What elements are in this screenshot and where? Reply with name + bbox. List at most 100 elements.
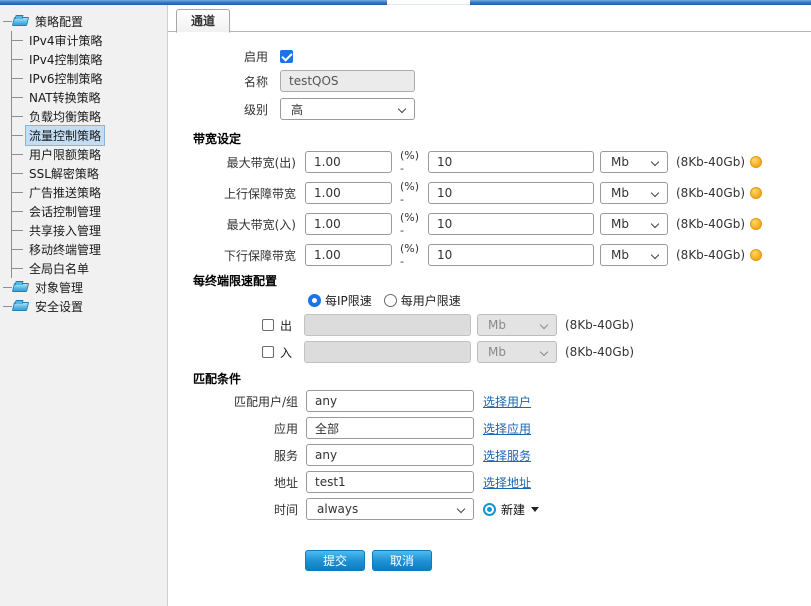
select-object-link[interactable]: 选择用户 [483,393,531,410]
sidebar-item[interactable]: NAT转换策略 [12,88,167,107]
sidebar-item[interactable]: 广告推送策略 [12,183,167,202]
sidebar-item[interactable]: 共享接入管理 [12,221,167,240]
sidebar-item[interactable]: 对象管理 [3,278,167,297]
chevron-down-icon [651,251,659,259]
sidebar-item[interactable]: 负载均衡策略 [12,107,167,126]
policy-tree-children: IPv4审计策略 IPv4控制策略 IPv6控制策略 NAT转换 [11,31,167,278]
chevron-down-icon [651,220,659,228]
policy-tree: 策略配置 IPv4审计策略 IPv4控制策略 [3,12,167,316]
tree-connector [12,230,23,231]
chevron-down-icon [651,189,659,197]
match-row: 地址 选择地址 [168,471,811,493]
percent-input[interactable] [305,151,392,173]
tree-connector [3,287,12,288]
unit-select[interactable]: Mb [477,341,557,363]
tree-connector [12,40,23,41]
range-hint: (8Kb-40Gb) [676,217,745,231]
percent-input[interactable] [305,213,392,235]
match-row-label: 应用 [168,420,298,437]
match-row-label: 匹配用户/组 [168,393,298,410]
chevron-down-icon [540,321,548,329]
bandwidth-section-heading: 带宽设定 [193,132,811,147]
unit-select[interactable]: Mb [600,244,668,266]
bandwidth-value-input[interactable] [428,182,594,204]
time-select[interactable]: always [306,498,474,520]
info-icon [750,249,762,261]
tree-connector [12,249,23,250]
rate-value-input[interactable] [304,314,471,336]
bandwidth-row-label: 最大带宽(出) [168,154,296,171]
folder-icon [12,283,29,292]
sidebar-item[interactable]: IPv4控制策略 [12,50,167,69]
select-object-link[interactable]: 选择应用 [483,420,531,437]
rate-value-input[interactable] [304,341,471,363]
terminal-rate-row: 入 Mb (8Kb-40Gb) [168,341,811,363]
unit-select-value: Mb [488,318,506,332]
bandwidth-value-input[interactable] [428,151,594,173]
unit-select-value: Mb [488,345,506,359]
sidebar-item[interactable]: 会话控制管理 [12,202,167,221]
range-hint: (8Kb-40Gb) [565,318,634,332]
bandwidth-row: 上行保障带宽 (%) - Mb (8Kb-40Gb) [168,180,811,206]
enable-row: 启用 [168,48,811,64]
sidebar-item[interactable]: SSL解密策略 [12,164,167,183]
root-items: 对象管理 安全设置 [3,278,167,316]
terminal-rate-row: 出 Mb (8Kb-40Gb) [168,314,811,336]
range-hint: (8Kb-40Gb) [676,248,745,262]
new-item-icon[interactable] [483,503,496,516]
caret-down-icon[interactable] [531,507,539,512]
unit-select-value: Mb [611,155,629,169]
tree-connector [12,173,23,174]
sidebar-item[interactable]: 移动终端管理 [12,240,167,259]
direction-checkbox[interactable] [262,319,274,331]
match-row-label: 服务 [168,447,298,464]
percent-range-separator: (%) - [400,211,426,237]
match-row: 应用 选择应用 [168,417,811,439]
enable-checkbox[interactable] [280,50,293,63]
name-label: 名称 [168,73,268,90]
percent-input[interactable] [305,182,392,204]
name-input[interactable] [280,70,415,92]
sidebar-item[interactable]: 安全设置 [3,297,167,316]
match-value-input[interactable] [306,444,474,466]
unit-select[interactable]: Mb [600,182,668,204]
sidebar-item[interactable]: IPv6控制策略 [12,69,167,88]
match-value-input[interactable] [306,417,474,439]
tree-connector [12,135,23,136]
sidebar-item[interactable]: 用户限额策略 [12,145,167,164]
info-icon [750,156,762,168]
bandwidth-value-input[interactable] [428,213,594,235]
app-window: 策略配置 IPv4审计策略 IPv4控制策略 [0,0,811,606]
level-select[interactable]: 高 [280,98,415,120]
direction-checkbox[interactable] [262,346,274,358]
bandwidth-value-input[interactable] [428,244,594,266]
tree-connector [12,192,23,193]
unit-select-value: Mb [611,217,629,231]
unit-select[interactable]: Mb [600,213,668,235]
tab-channel[interactable]: 通道 [176,9,230,33]
percent-input[interactable] [305,244,392,266]
select-object-link[interactable]: 选择地址 [483,474,531,491]
rate-limit-mode-row: 每IP限速 每用户限速 [308,292,811,308]
direction-label: 入 [280,344,304,361]
sidebar-item[interactable]: 全局白名单 [12,259,167,278]
match-row-label: 地址 [168,474,298,491]
tree-connector [12,59,23,60]
match-value-input[interactable] [306,390,474,412]
sidebar-item[interactable]: IPv4审计策略 [12,31,167,50]
unit-select[interactable]: Mb [600,151,668,173]
sidebar-item-policy-config[interactable]: 策略配置 [3,12,167,31]
per-ip-radio[interactable] [308,294,321,307]
unit-select[interactable]: Mb [477,314,557,336]
info-icon [750,218,762,230]
main-panel: 通道 启用 名称 级别 高 带宽设定 最大带宽(出) (%) - [168,5,811,606]
cancel-button[interactable]: 取消 [372,550,432,571]
level-select-value: 高 [291,101,303,118]
action-buttons-row: 提交 取消 [305,550,811,571]
tab-bar: 通道 [168,5,811,32]
submit-button[interactable]: 提交 [305,550,365,571]
sidebar-item[interactable]: 流量控制策略 [12,126,167,145]
per-user-radio[interactable] [384,294,397,307]
select-object-link[interactable]: 选择服务 [483,447,531,464]
match-value-input[interactable] [306,471,474,493]
